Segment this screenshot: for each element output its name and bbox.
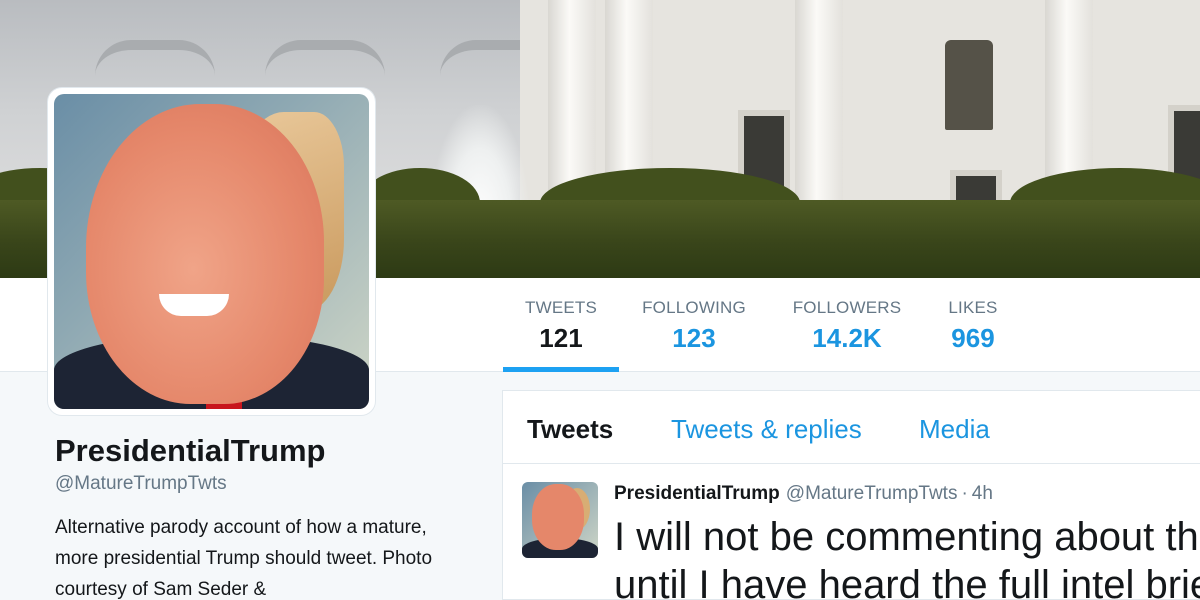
tab-tweets[interactable]: Tweets — [527, 414, 613, 445]
stat-label: FOLLOWING — [642, 298, 746, 317]
tab-tweets-and-replies[interactable]: Tweets & replies — [671, 414, 862, 445]
avatar-photo — [54, 94, 369, 409]
banner-window-arch — [265, 40, 385, 76]
tweet-avatar[interactable] — [522, 482, 598, 558]
stat-label: FOLLOWERS — [792, 298, 902, 317]
stat-value: 121 — [539, 323, 583, 353]
stat-following[interactable]: FOLLOWING 123 — [640, 298, 748, 354]
tweet-avatar-face — [532, 484, 584, 550]
tweet-separator: · — [961, 483, 968, 504]
stat-value: 123 — [672, 323, 716, 353]
profile-avatar[interactable] — [48, 88, 375, 415]
avatar-smile — [159, 294, 229, 316]
active-stat-indicator — [503, 367, 619, 372]
stat-value: 969 — [951, 323, 995, 353]
tweet-header: PresidentialTrump @MatureTrumpTwts · 4h — [614, 483, 993, 505]
banner-lamp — [945, 40, 993, 130]
tweet-author-handle[interactable]: @MatureTrumpTwts — [786, 483, 958, 504]
stat-label: TWEETS — [524, 298, 598, 317]
tweet-text-line: until I have heard the full intel brie — [614, 563, 1200, 600]
stat-label: LIKES — [948, 298, 998, 317]
stat-value: 14.2K — [812, 323, 882, 353]
avatar-face — [86, 104, 324, 404]
stat-likes[interactable]: LIKES 969 — [942, 298, 1004, 354]
tweet-timestamp[interactable]: 4h — [972, 483, 993, 504]
timeline: Tweets Tweets & replies Media Presidenti… — [502, 390, 1200, 600]
tweet-text-line: I will not be commenting about th — [614, 515, 1199, 559]
stat-tweets[interactable]: TWEETS 121 — [523, 298, 599, 354]
tab-media[interactable]: Media — [919, 414, 990, 445]
tweet-text: I will not be commenting about th until … — [614, 513, 1200, 600]
stat-followers[interactable]: FOLLOWERS 14.2K — [790, 298, 904, 354]
timeline-tabs: Tweets Tweets & replies Media — [503, 391, 1200, 464]
banner-window-arch — [95, 40, 215, 76]
tweet-author-name[interactable]: PresidentialTrump — [614, 483, 780, 504]
tweet-item[interactable]: PresidentialTrump @MatureTrumpTwts · 4h I w… — [503, 465, 1200, 600]
profile-handle[interactable]: @MatureTrumpTwts — [55, 473, 227, 495]
profile-name[interactable]: PresidentialTrump — [55, 433, 325, 469]
profile-bio: Alternative parody account of how a matu… — [55, 517, 433, 600]
